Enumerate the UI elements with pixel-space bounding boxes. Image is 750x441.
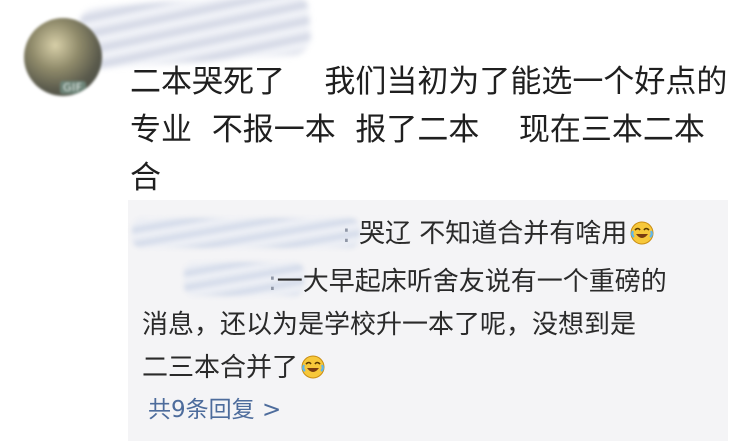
- laugh-cry-emoji-icon: [301, 355, 325, 379]
- reply-text-line: 一大早起床听舍友说有一个重磅的: [276, 267, 667, 297]
- reply-text-line: 消息，还以为是学校升一本了呢，没想到是: [142, 310, 637, 340]
- reply-item[interactable]: : 哭辽 不知道合并有啥用: [342, 213, 654, 256]
- reply-separator: :: [342, 219, 351, 249]
- reply-text-line: 二三本合并了: [142, 353, 299, 383]
- reply-separator: :: [268, 267, 277, 297]
- comment-item: GIF 二本哭死了 我们当初为了能选一个好点的 专业 不报一本 报了二本 现在三…: [0, 0, 750, 441]
- redacted-reply-username: [132, 218, 360, 248]
- view-more-replies-link[interactable]: 共9条回复 >: [148, 390, 281, 424]
- avatar-badge: GIF: [60, 81, 86, 94]
- laugh-cry-emoji-icon: [630, 221, 654, 245]
- avatar[interactable]: GIF: [24, 18, 102, 96]
- reply-text: 哭辽 不知道合并有啥用: [359, 219, 628, 249]
- reply-box[interactable]: : 哭辽 不知道合并有啥用 :一大早起床听舍友说有一个重磅的 消息，还以为是学校…: [128, 200, 728, 441]
- reply-item[interactable]: :一大早起床听舍友说有一个重磅的 消息，还以为是学校升一本了呢，没想到是 二三本…: [142, 261, 708, 390]
